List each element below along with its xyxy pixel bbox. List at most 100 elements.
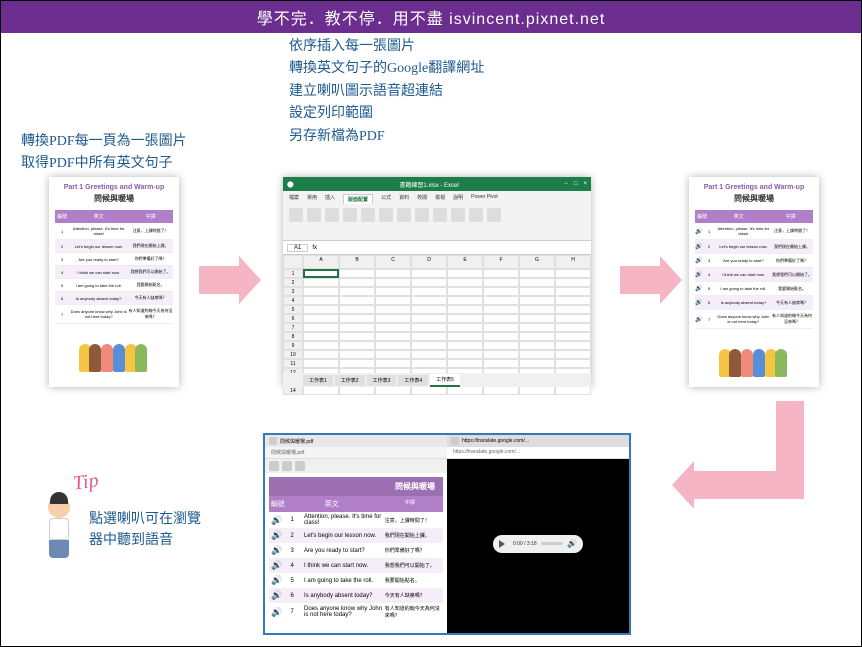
- speaker-icon[interactable]: 🔊: [269, 575, 284, 586]
- speaker-icon[interactable]: 🔊: [695, 296, 703, 309]
- sheet-tab[interactable]: 工作表2: [335, 375, 365, 386]
- table-row: 🔊3Are you ready to start?你們準備好了嗎？: [269, 543, 443, 558]
- people-illustration: [719, 335, 789, 377]
- browser-right-pane: https://translate.google.com/... https:/…: [447, 435, 629, 633]
- page-header: 學不完．教不停．用不盡 isvincent.pixnet.net: [1, 1, 861, 33]
- close-icon[interactable]: ×: [583, 181, 587, 187]
- speaker-icon[interactable]: 🔊: [695, 254, 703, 267]
- table-row: 5I am going to take the roll.我要開始點名。: [55, 279, 173, 292]
- ribbon-tab[interactable]: 資料: [399, 194, 409, 204]
- cell-reference[interactable]: A1: [287, 244, 308, 252]
- table-header: 編號英文中譯: [269, 496, 443, 512]
- speaker-icon[interactable]: 🔊: [269, 607, 284, 618]
- speaker-icon[interactable]: 🔊: [269, 545, 284, 556]
- browser-tabs: https://translate.google.com/...: [447, 435, 629, 447]
- table-header: 編號英文中譯: [695, 210, 813, 223]
- table-row: 🔊6Is anybody absent today?今天有人缺席嗎？: [695, 296, 813, 310]
- speaker-icon[interactable]: 🔊: [695, 240, 703, 253]
- browser-left-pane: 問候與暖場.pdf 問候與暖場.pdf 問候與暖場 編號英文中譯 🔊1Atten…: [265, 435, 447, 633]
- table-header: 編號英文中譯: [55, 210, 173, 223]
- annot-line: 建立喇叭圖示語音超連結: [289, 81, 484, 103]
- table-row: 🔊7Does anyone know why John is not here …: [695, 310, 813, 329]
- annotation-middle: 依序插入每一張圖片 轉換英文句子的Google翻譯網址 建立喇叭圖示語音超連結 …: [289, 36, 484, 148]
- sheet-tab[interactable]: 工作表1: [303, 375, 333, 386]
- minimize-icon[interactable]: −: [564, 181, 568, 187]
- excel-title: 書籍練習1.xlsx - Excel: [300, 180, 559, 189]
- pdf-toolbar: [265, 459, 447, 473]
- table-row: 🔊5I am going to take the roll.我要開始點名。: [695, 282, 813, 296]
- annot-line: 轉換英文句子的Google翻譯網址: [289, 58, 484, 80]
- speaker-icon[interactable]: 🔊: [269, 590, 284, 601]
- speaker-icon[interactable]: 🔊: [695, 282, 703, 295]
- table-row: 🔊7Does anyone know why John is not here …: [269, 603, 443, 621]
- table-row: 7Does anyone know why John is not here t…: [55, 305, 173, 324]
- ribbon-tabs: 檔案常用插入版面配置公式資料校閱檢視說明 Power Pivot: [289, 194, 585, 204]
- sheet-tab[interactable]: 工作表3: [367, 375, 397, 386]
- ribbon-tab[interactable]: 插入: [325, 194, 335, 204]
- pdf-title: Part 1 Greetings and Warm-up問候與暖場: [695, 183, 813, 204]
- ribbon-tab[interactable]: 校閱: [417, 194, 427, 204]
- excel-autosave-icon: ⬤: [287, 181, 294, 188]
- ribbon-tab[interactable]: 常用: [307, 194, 317, 204]
- table-row: 2Let's begin our lesson now.我們現在開始上課。: [55, 240, 173, 253]
- tip-character: [41, 496, 77, 564]
- table-row: 🔊2Let's begin our lesson now.我們現在開始上課。: [695, 240, 813, 254]
- excel-ribbon: 檔案常用插入版面配置公式資料校閱檢視說明 Power Pivot: [283, 191, 591, 241]
- ribbon-tab[interactable]: Power Pivot: [471, 194, 498, 204]
- maximize-icon[interactable]: □: [574, 181, 578, 187]
- table-row: 🔊3Are you ready to start?你們準備好了嗎？: [695, 254, 813, 268]
- ribbon-tab[interactable]: 說明: [453, 194, 463, 204]
- table-row: 3Are you ready to start?你們準備好了嗎？: [55, 253, 173, 266]
- annot-line: 依序插入每一張圖片: [289, 36, 484, 58]
- table-row: 🔊2Let's begin our lesson now.我們現在開始上課。: [269, 528, 443, 543]
- menu-icon[interactable]: [269, 461, 279, 471]
- play-icon[interactable]: [499, 540, 509, 548]
- tip-text: 點選喇叭可在瀏覽器中聽到語音: [89, 509, 201, 551]
- ribbon-tab[interactable]: 公式: [381, 194, 391, 204]
- sheet-tabs: 工作表1工作表2工作表3工作表4工作表5: [283, 373, 591, 387]
- sheet-tab[interactable]: 工作表4: [398, 375, 428, 386]
- section-title: 問候與暖場: [269, 477, 443, 496]
- sheet-tab[interactable]: 工作表5: [430, 374, 460, 387]
- flow-arrow-right-2: [620, 266, 660, 294]
- zoom-icon[interactable]: [295, 461, 305, 471]
- ribbon-tab[interactable]: 版面配置: [343, 194, 373, 204]
- annot-line: 轉換PDF每一頁為一張圖片: [21, 131, 187, 153]
- table-row: 🔊4I think we can start now.我想我們可以開始了。: [695, 268, 813, 282]
- table-row: 4I think we can start now.我想我們可以開始了。: [55, 266, 173, 279]
- table-row: 6Is anybody absent today?今天有人缺席嗎？: [55, 292, 173, 305]
- pdf-output-thumbnail: Part 1 Greetings and Warm-up問候與暖場 編號英文中譯…: [689, 177, 819, 387]
- table-row: 🔊4I think we can start now.我想我們可以開始了。: [269, 558, 443, 573]
- speaker-icon[interactable]: 🔊: [269, 560, 284, 571]
- ribbon-tab[interactable]: 檔案: [289, 194, 299, 204]
- speaker-icon[interactable]: 🔊: [695, 225, 703, 238]
- flow-arrow-down-left: [776, 401, 804, 471]
- speaker-icon[interactable]: 🔊: [695, 313, 703, 326]
- nav-icon[interactable]: [282, 461, 292, 471]
- table-row: 1Attention, please. It's time for class!…: [55, 223, 173, 240]
- table-row: 🔊1Attention, please. It's time for class…: [269, 512, 443, 528]
- volume-icon[interactable]: 🔊: [567, 539, 577, 548]
- excel-window: ⬤ 書籍練習1.xlsx - Excel − □ × 檔案常用插入版面配置公式資…: [283, 177, 591, 387]
- pdf-content: 問候與暖場 編號英文中譯 🔊1Attention, please. It's t…: [265, 473, 447, 625]
- speaker-icon[interactable]: 🔊: [269, 515, 284, 526]
- tip-label: Tip: [72, 469, 101, 495]
- speaker-icon[interactable]: 🔊: [695, 268, 703, 281]
- ribbon-tab[interactable]: 檢視: [435, 194, 445, 204]
- speaker-icon[interactable]: 🔊: [269, 530, 284, 541]
- pdf-source-thumbnail: Part 1 Greetings and Warm-up問候與暖場 編號英文中譯…: [49, 177, 179, 387]
- annot-line: 設定列印範圍: [289, 103, 484, 125]
- pdf-title: Part 1 Greetings and Warm-up問候與暖場: [55, 183, 173, 204]
- url-bar[interactable]: https://translate.google.com/...: [447, 447, 629, 459]
- browser-tabs: 問候與暖場.pdf: [265, 435, 447, 447]
- table-row: 🔊1Attention, please. It's time for class…: [695, 223, 813, 240]
- excel-titlebar: ⬤ 書籍練習1.xlsx - Excel − □ ×: [283, 177, 591, 191]
- annot-line: 取得PDF中所有英文句子: [21, 153, 187, 175]
- annot-line: 另存新檔為PDF: [289, 126, 484, 148]
- audio-player[interactable]: 0:00 / 3:18 🔊: [493, 535, 583, 553]
- annotation-left: 轉換PDF每一頁為一張圖片 取得PDF中所有英文句子: [21, 131, 187, 176]
- fx-icon[interactable]: fx: [312, 245, 317, 251]
- formula-bar: A1 fx: [283, 241, 591, 255]
- url-bar[interactable]: 問候與暖場.pdf: [265, 447, 447, 459]
- progress-bar[interactable]: [541, 542, 563, 545]
